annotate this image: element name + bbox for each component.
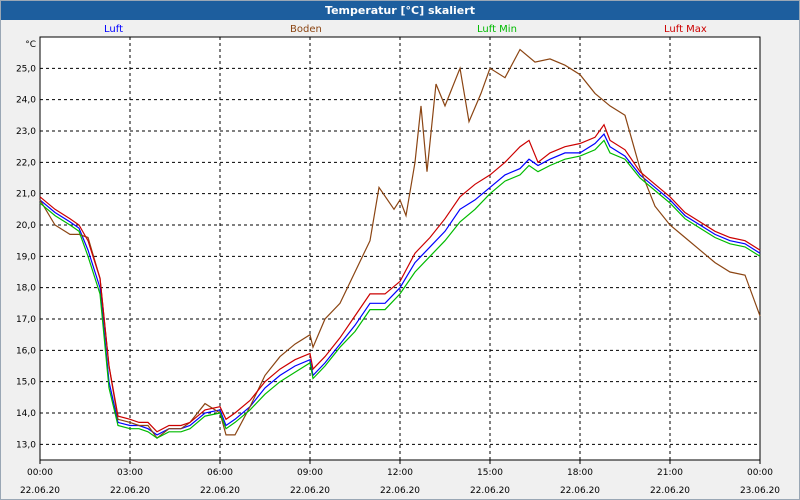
y-tick-label: 18,0 bbox=[16, 284, 36, 294]
x-tick-time: 03:00 bbox=[117, 468, 143, 478]
x-tick-date: 22.06.20 bbox=[110, 486, 150, 496]
x-tick-time: 00:00 bbox=[27, 468, 53, 478]
y-tick-label: 17,0 bbox=[16, 315, 36, 325]
x-tick-time: 21:00 bbox=[657, 468, 683, 478]
y-tick-label: 24,0 bbox=[16, 96, 36, 106]
y-tick-label: 13,0 bbox=[16, 440, 36, 450]
y-tick-label: 16,0 bbox=[16, 346, 36, 356]
x-tick-time: 12:00 bbox=[387, 468, 413, 478]
x-tick-date: 22.06.20 bbox=[200, 486, 240, 496]
y-tick-label: 15,0 bbox=[16, 378, 36, 388]
x-tick-time: 15:00 bbox=[477, 468, 503, 478]
x-tick-time: 18:00 bbox=[567, 468, 593, 478]
x-tick-time: 00:00 bbox=[747, 468, 773, 478]
temperature-chart: 13,0 14,0 15,0 16,0 17,0 18,0 19,0 20,0 21,0 22,0… bbox=[16, 36, 780, 496]
y-tick-label: 22,0 bbox=[16, 158, 36, 168]
y-tick-label: 14,0 bbox=[16, 409, 36, 419]
x-tick-time: 09:00 bbox=[297, 468, 323, 478]
x-tick-date: 22.06.20 bbox=[20, 486, 60, 496]
y-tick-label: 23,0 bbox=[16, 127, 36, 137]
x-tick-date: 23.06.20 bbox=[740, 486, 780, 496]
x-tick-date: 22.06.20 bbox=[650, 486, 690, 496]
y-tick-label: 20,0 bbox=[16, 221, 36, 231]
y-tick-label: 19,0 bbox=[16, 252, 36, 262]
y-tick-label: 25,0 bbox=[16, 64, 36, 74]
y-tick-label: 21,0 bbox=[16, 190, 36, 200]
x-tick-date: 22.06.20 bbox=[380, 486, 420, 496]
x-tick-time: 06:00 bbox=[207, 468, 233, 478]
x-tick-date: 22.06.20 bbox=[290, 486, 330, 496]
x-tick-date: 22.06.20 bbox=[470, 486, 510, 496]
x-tick-date: 22.06.20 bbox=[560, 486, 600, 496]
y-axis-label: °C bbox=[25, 40, 36, 50]
